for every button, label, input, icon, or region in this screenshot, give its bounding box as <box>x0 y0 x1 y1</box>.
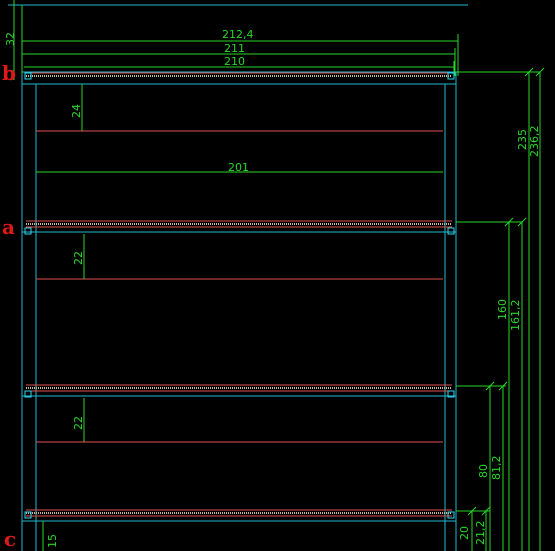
shelf-board-edges <box>26 72 452 517</box>
dim-top-shelf-depth: 24 <box>70 104 83 118</box>
dim-height-c-outer: 21,2 <box>474 521 487 546</box>
selection-grips[interactable] <box>24 72 455 519</box>
grip-a-left[interactable] <box>24 227 32 235</box>
dim-top-margin: 32 <box>4 32 17 46</box>
shelf-boards <box>26 75 452 514</box>
dim-low-shelf-depth: 22 <box>72 416 85 430</box>
label-b: b <box>2 61 16 85</box>
dim-mid-shelf-depth: 22 <box>72 251 85 265</box>
dim-height-a-outer: 161,2 <box>509 300 522 332</box>
dim-bottom-left: 15 <box>46 534 59 548</box>
dim-shelf-span: 201 <box>228 161 249 174</box>
dim-height-b-outer: 236,2 <box>528 126 541 158</box>
dim-overall-width: 212,4 <box>222 28 254 41</box>
dim-height-a-inner: 160 <box>496 299 509 320</box>
dim-height-low-inner: 80 <box>477 464 490 478</box>
dim-outer-width: 211 <box>224 42 245 55</box>
shelf-depth-lines <box>36 130 443 443</box>
dim-inner-width: 210 <box>224 55 245 68</box>
label-c: c <box>4 527 16 551</box>
label-a: a <box>2 215 15 239</box>
dim-height-c-inner: 20 <box>458 526 471 540</box>
cabinet-frame <box>21 71 457 551</box>
grip-a-right[interactable] <box>447 227 455 235</box>
cad-drawing-canvas[interactable]: 32 212,4 211 210 201 24 22 22 15 235 236… <box>0 0 555 551</box>
dim-height-low-outer: 81,2 <box>490 456 503 481</box>
